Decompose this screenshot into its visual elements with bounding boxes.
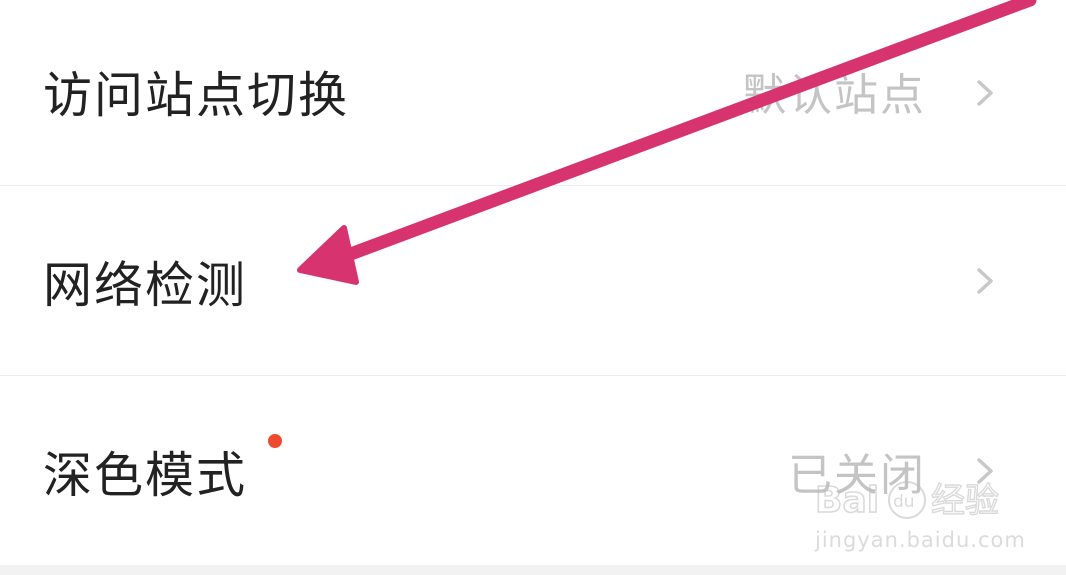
svg-text:Bai: Bai bbox=[815, 480, 879, 521]
network-check-label: 网络检测 bbox=[43, 257, 248, 314]
new-badge-dot bbox=[268, 434, 282, 448]
chevron-right-icon bbox=[977, 80, 993, 106]
site-switch-value: 默认站点 bbox=[742, 70, 926, 121]
bottom-spacer bbox=[0, 565, 1066, 575]
baidu-jingyan-logo: Bai du 经验 bbox=[815, 479, 1000, 522]
baidu-jingyan-watermark: Bai du 经验 jingyan.baidu.com bbox=[815, 476, 1035, 556]
settings-row-network-check[interactable]: 网络检测 bbox=[0, 186, 1066, 375]
settings-screen: 访问站点切换 默认站点 网络检测 深色模式 已关闭 Bai du 经验 jing… bbox=[0, 0, 1066, 575]
settings-row-site-switch[interactable]: 访问站点切换 默认站点 bbox=[0, 0, 1066, 185]
watermark-url: jingyan.baidu.com bbox=[815, 528, 1026, 552]
site-switch-label: 访问站点切换 bbox=[43, 67, 350, 124]
svg-text:du: du bbox=[893, 492, 915, 512]
chevron-right-icon bbox=[977, 268, 993, 294]
dark-mode-label: 深色模式 bbox=[43, 447, 248, 504]
svg-text:经验: 经验 bbox=[931, 481, 999, 521]
